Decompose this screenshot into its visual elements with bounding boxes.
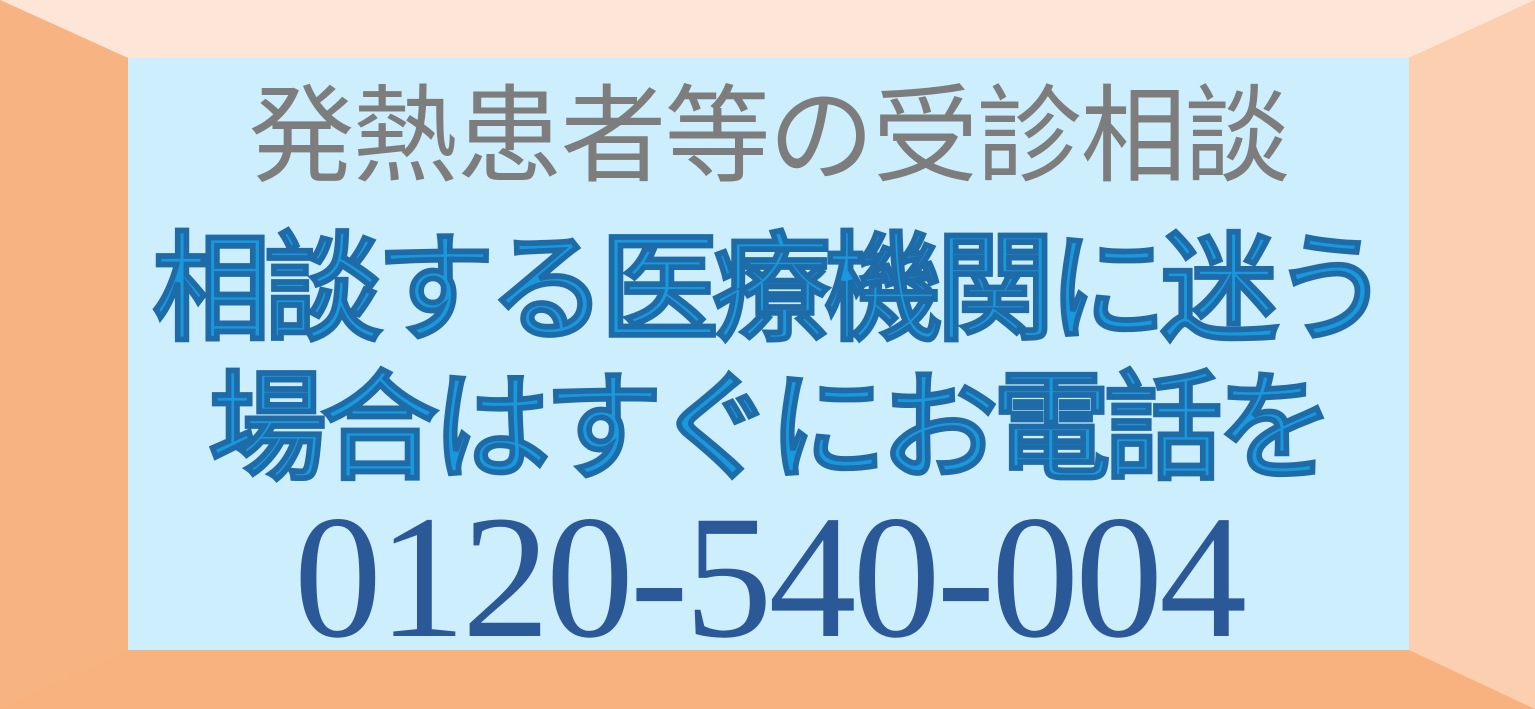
frame-top-bevel bbox=[0, 0, 1535, 58]
frame-left-bevel bbox=[0, 0, 128, 709]
phone-number[interactable]: 0120-540-004 bbox=[128, 490, 1409, 666]
frame-right-bevel bbox=[1409, 0, 1535, 709]
subtitle-text: 発熱患者等の受診相談 bbox=[248, 75, 1291, 198]
headline-line-1: 相談する医療機関に迷う bbox=[151, 220, 1391, 358]
message-panel: 発熱患者等の受診相談 相談する医療機関に迷う 場合はすぐにお電話を 0120-5… bbox=[128, 58, 1409, 666]
headline-line-2: 場合はすぐにお電話を bbox=[207, 359, 1335, 497]
consultation-banner: 発熱患者等の受診相談 相談する医療機関に迷う 場合はすぐにお電話を 0120-5… bbox=[0, 0, 1535, 709]
